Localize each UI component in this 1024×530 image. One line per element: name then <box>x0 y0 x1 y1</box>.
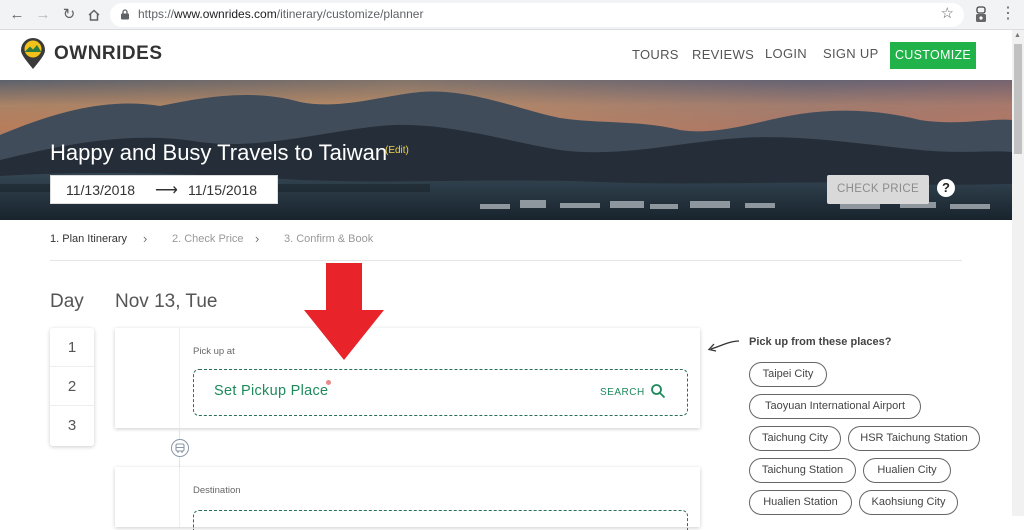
required-dot <box>326 380 331 385</box>
url-text: https://www.ownrides.com/itinerary/custo… <box>138 7 423 21</box>
destination-place-field[interactable] <box>193 510 688 530</box>
day-item-3[interactable]: 3 <box>50 406 94 445</box>
chevron-right-icon: › <box>143 231 148 246</box>
place-chip[interactable]: Taipei City <box>749 362 827 387</box>
pickup-placeholder: Set Pickup Place <box>214 383 329 399</box>
extension-icon[interactable] <box>974 6 988 24</box>
reload-icon[interactable]: ↻ <box>59 5 79 25</box>
divider <box>50 260 962 261</box>
step-check-price[interactable]: 2. Check Price <box>172 233 244 245</box>
search-icon[interactable] <box>650 383 666 399</box>
home-icon[interactable] <box>84 5 104 25</box>
lock-icon <box>121 9 129 20</box>
nav-tours[interactable]: TOURS <box>632 47 679 62</box>
logo-icon[interactable] <box>20 38 46 70</box>
address-bar[interactable]: https://www.ownrides.com/itinerary/custo… <box>110 3 964 27</box>
bookmark-star-icon[interactable]: ☆ <box>941 4 954 22</box>
timeline-connector <box>179 428 180 439</box>
place-chip[interactable]: Taichung City <box>749 426 841 451</box>
arrow-right-icon: ⟶ <box>155 182 178 199</box>
day-label: Day <box>50 291 84 312</box>
chevron-right-icon: › <box>255 231 260 246</box>
date-range-field[interactable]: 11/13/2018 ⟶ 11/15/2018 <box>50 175 278 204</box>
place-chip[interactable]: Kaohsiung City <box>859 490 958 515</box>
nav-signup[interactable]: SIGN UP <box>823 46 879 61</box>
annotation-arrow-icon <box>304 263 384 360</box>
trip-title: Happy and Busy Travels to Taiwan <box>50 140 388 165</box>
hero-banner: Happy and Busy Travels to Taiwan (Edit) … <box>0 80 1012 220</box>
day-item-1[interactable]: 1 <box>50 328 94 367</box>
destination-card: Destination <box>115 467 700 530</box>
place-chip[interactable]: Hualien Station <box>749 490 852 515</box>
day-item-2[interactable]: 2 <box>50 367 94 406</box>
card-time-column <box>115 328 180 428</box>
customize-button[interactable]: CUSTOMIZE <box>890 42 976 69</box>
browser-menu-icon[interactable]: ⋮ <box>1000 4 1016 26</box>
start-date: 11/13/2018 <box>66 182 136 198</box>
scroll-thumb[interactable] <box>1014 44 1022 154</box>
scroll-up-icon[interactable]: ▲ <box>1014 32 1021 39</box>
nav-reviews[interactable]: REVIEWS <box>692 47 754 62</box>
step-confirm-book[interactable]: 3. Confirm & Book <box>284 233 373 245</box>
timeline-connector <box>179 457 180 467</box>
destination-label: Destination <box>193 485 241 496</box>
edit-title-link[interactable]: (Edit) <box>385 145 409 156</box>
nav-login[interactable]: LOGIN <box>765 46 807 61</box>
place-chip[interactable]: HSR Taichung Station <box>848 426 980 451</box>
help-icon[interactable]: ? <box>937 179 955 197</box>
url-path: /itinerary/customize/planner <box>276 7 424 21</box>
check-price-button[interactable]: CHECK PRICE <box>827 175 929 204</box>
logo-text[interactable]: OWNRIDES <box>54 43 163 65</box>
pickup-place-field[interactable]: Set Pickup Place SEARCH <box>193 369 688 416</box>
date-heading: Nov 13, Tue <box>115 291 218 312</box>
pickup-label: Pick up at <box>193 346 235 357</box>
place-chip[interactable]: Hualien City <box>863 458 951 483</box>
url-host: www.ownrides.com <box>174 7 277 21</box>
card-time-column <box>115 467 180 527</box>
site-header: OWNRIDES TOURS REVIEWS LOGIN SIGN UP CUS… <box>0 30 1012 80</box>
page-scrollbar[interactable]: ▲ <box>1012 30 1024 516</box>
end-date: 11/15/2018 <box>188 182 258 198</box>
browser-toolbar: ← → ↻ https://www.ownrides.com/itinerary… <box>0 0 1024 30</box>
step-plan-itinerary[interactable]: 1. Plan Itinerary <box>50 233 127 245</box>
curved-arrow-icon <box>707 340 740 352</box>
suggestions-title: Pick up from these places? <box>749 336 892 348</box>
place-chip[interactable]: Taoyuan International Airport <box>749 394 921 419</box>
pickup-card: Pick up at Set Pickup Place SEARCH <box>115 328 700 428</box>
place-chip[interactable]: Taichung Station <box>749 458 856 483</box>
url-scheme: https:// <box>138 7 175 21</box>
search-label[interactable]: SEARCH <box>600 387 645 398</box>
day-selector: 1 2 3 <box>50 328 94 446</box>
back-icon[interactable]: ← <box>7 5 27 25</box>
car-icon <box>171 439 189 457</box>
forward-icon[interactable]: → <box>33 5 53 25</box>
